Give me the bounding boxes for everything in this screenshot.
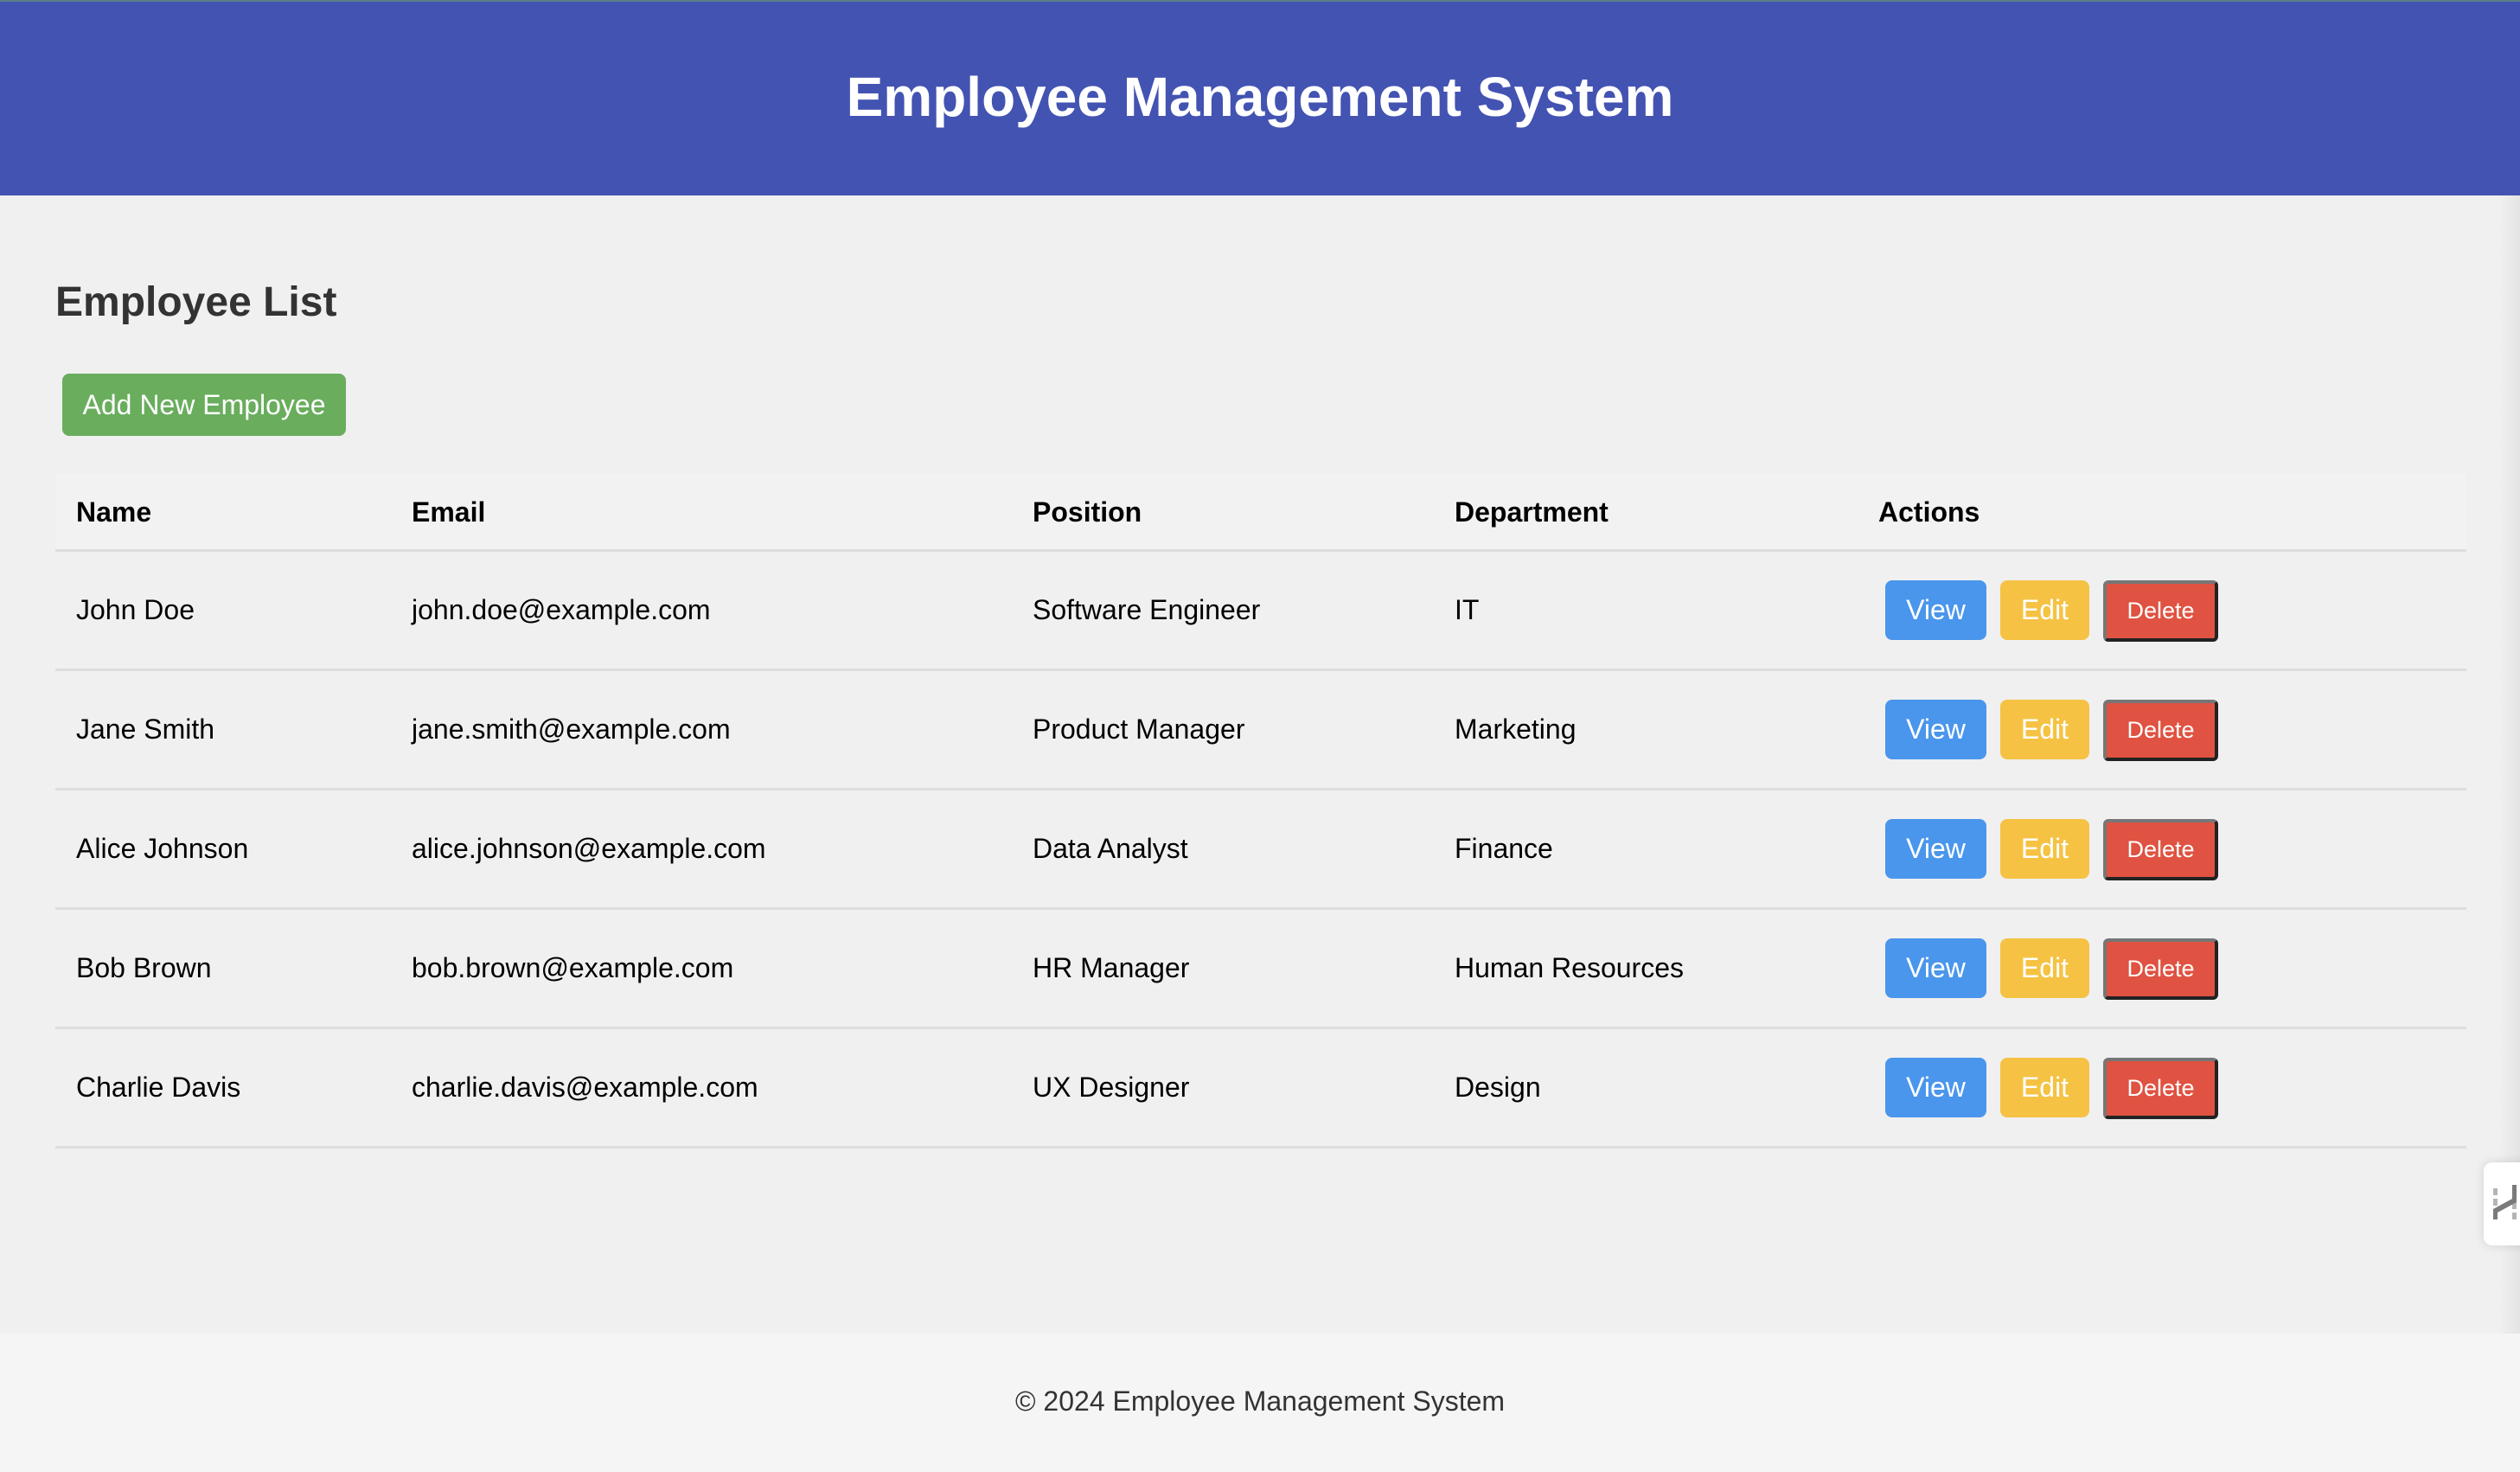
cell-department: IT [1434,550,1858,671]
view-button[interactable]: View [1885,819,1986,879]
table-row: Charlie Davis charlie.davis@example.com … [55,1027,2466,1149]
edit-button[interactable]: Edit [2000,700,2089,759]
cell-actions: View Edit Delete [1858,908,2466,1029]
split-merge-icon [2493,1185,2517,1219]
cell-actions: View Edit Delete [1858,789,2466,910]
delete-button[interactable]: Delete [2103,1058,2218,1119]
table-row: John Doe john.doe@example.com Software E… [55,550,2466,671]
view-button[interactable]: View [1885,700,1986,759]
delete-button[interactable]: Delete [2103,938,2218,1000]
copyright-text: © 2024 Employee Management System [1014,1385,1506,1417]
cell-email: alice.johnson@example.com [391,789,1012,910]
column-header-email: Email [391,474,1012,552]
table-body: John Doe john.doe@example.com Software E… [55,550,2466,1149]
cell-position: Product Manager [1012,669,1434,790]
cell-email: bob.brown@example.com [391,908,1012,1029]
cell-department: Human Resources [1434,908,1858,1029]
table-row: Bob Brown bob.brown@example.com HR Manag… [55,908,2466,1029]
column-header-department: Department [1434,474,1858,552]
view-button[interactable]: View [1885,580,1986,640]
app-title: Employee Management System [846,66,1674,128]
cell-department: Design [1434,1027,1858,1149]
cell-position: Data Analyst [1012,789,1434,910]
table-header: Name Email Position Department Actions [55,474,2466,552]
column-header-position: Position [1012,474,1434,552]
cell-department: Finance [1434,789,1858,910]
cell-name: Bob Brown [55,908,391,1029]
table-row: Alice Johnson alice.johnson@example.com … [55,789,2466,910]
table-row: Jane Smith jane.smith@example.com Produc… [55,669,2466,790]
column-header-name: Name [55,474,391,552]
cell-actions: View Edit Delete [1858,1027,2466,1149]
employee-table-container: Name Email Position Department Actions J… [55,474,2466,1149]
edit-button[interactable]: Edit [2000,819,2089,879]
cell-actions: View Edit Delete [1858,669,2466,790]
cell-email: jane.smith@example.com [391,669,1012,790]
column-header-actions: Actions [1858,474,2466,552]
table-header-row: Name Email Position Department Actions [55,474,2466,552]
section-title: Employee List [55,279,337,325]
delete-button[interactable]: Delete [2103,819,2218,880]
cell-position: UX Designer [1012,1027,1434,1149]
cell-name: Jane Smith [55,669,391,790]
cell-name: John Doe [55,550,391,671]
cell-email: john.doe@example.com [391,550,1012,671]
view-button[interactable]: View [1885,1058,1986,1117]
employee-table: Name Email Position Department Actions J… [55,474,2466,1149]
add-new-employee-button[interactable]: Add New Employee [62,374,346,436]
cell-email: charlie.davis@example.com [391,1027,1012,1149]
cell-position: Software Engineer [1012,550,1434,671]
delete-button[interactable]: Delete [2103,580,2218,642]
cell-name: Charlie Davis [55,1027,391,1149]
edit-button[interactable]: Edit [2000,1058,2089,1117]
app-header: Employee Management System [0,2,2520,195]
view-button[interactable]: View [1885,938,1986,998]
delete-button[interactable]: Delete [2103,700,2218,761]
edit-button[interactable]: Edit [2000,580,2089,640]
cell-actions: View Edit Delete [1858,550,2466,671]
side-widget-tab[interactable] [2484,1162,2520,1245]
cell-position: HR Manager [1012,908,1434,1029]
app-footer: © 2024 Employee Management System [0,1334,2520,1472]
edit-button[interactable]: Edit [2000,938,2089,998]
cell-name: Alice Johnson [55,789,391,910]
cell-department: Marketing [1434,669,1858,790]
